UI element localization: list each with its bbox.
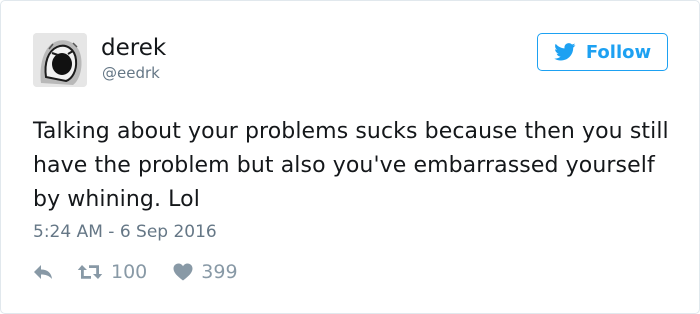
follow-button[interactable]: Follow [537,33,668,71]
retweet-count: 100 [111,261,148,283]
tweet-card: derek @eedrk Follow Talking about your p… [0,0,700,314]
screaming-face-avatar [33,33,87,87]
tweet-actions: 100 399 [33,259,238,285]
author-display-name[interactable]: derek [101,34,166,62]
avatar[interactable] [33,33,87,87]
reply-icon [33,264,53,280]
like-button[interactable]: 399 [173,261,238,283]
reply-button[interactable] [33,264,53,280]
tweet-text: Talking about your problems sucks becaus… [33,119,669,212]
retweet-icon [77,263,103,281]
twitter-bird-icon [554,43,576,61]
heart-icon [173,263,193,281]
like-count: 399 [201,261,238,283]
follow-button-label: Follow [585,41,652,63]
author-handle[interactable]: @eedrk [102,64,160,82]
retweet-button[interactable]: 100 [77,261,147,283]
tweet-timestamp[interactable]: 5:24 AM - 6 Sep 2016 [33,221,217,243]
